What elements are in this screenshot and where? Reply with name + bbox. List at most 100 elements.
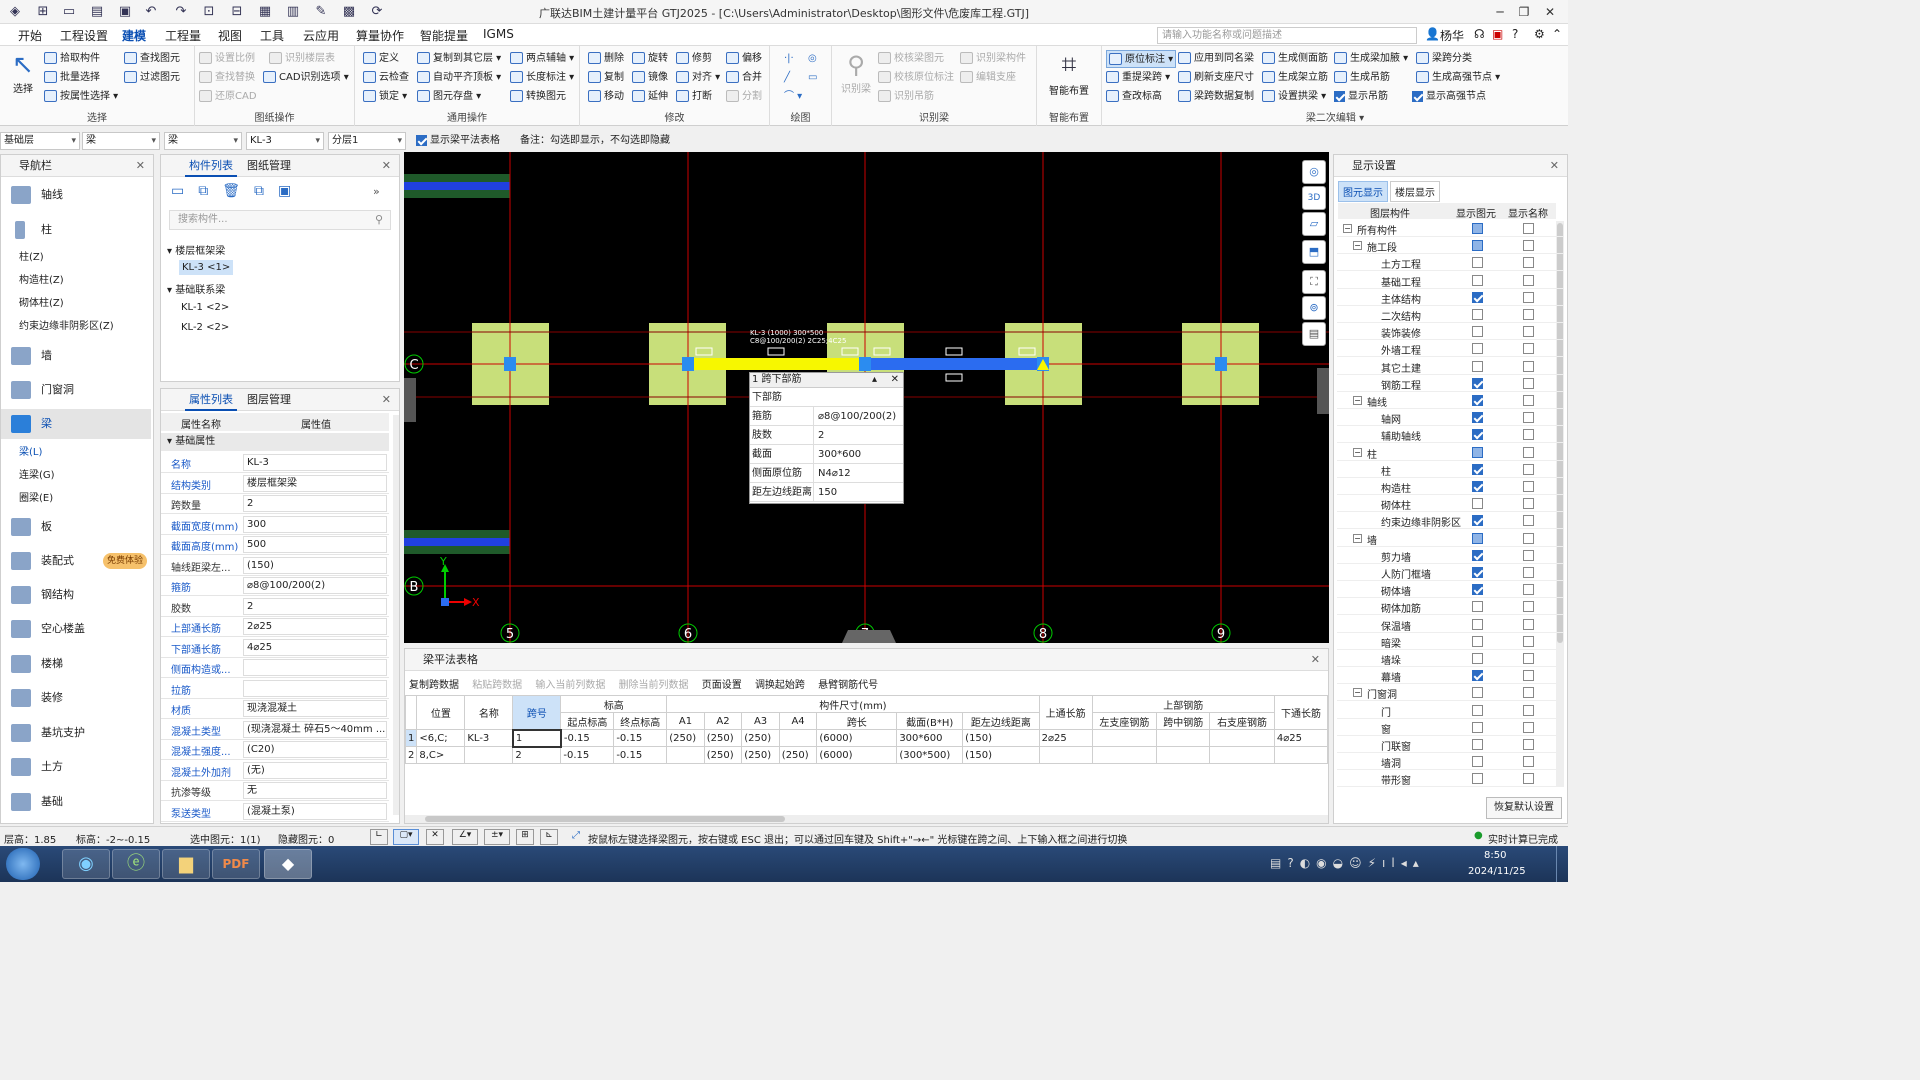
cell-dt[interactable] (1273, 746, 1328, 764)
show-element-checkbox[interactable] (1472, 756, 1483, 768)
property-value[interactable]: 500 (243, 536, 387, 553)
cell-lz[interactable] (1091, 746, 1158, 764)
cell-len[interactable]: (6000) (816, 746, 898, 764)
show-name-checkbox[interactable] (1523, 257, 1534, 269)
layer-copy-icon[interactable]: ⧉ (254, 183, 278, 199)
cell-a3[interactable]: (250) (741, 729, 780, 747)
show-name-checkbox[interactable] (1523, 515, 1534, 527)
copy-to-other-floor-button[interactable]: 复制到其它层 ▾ (417, 50, 501, 68)
element-save-button[interactable]: 图元存盘 ▾ (417, 88, 481, 106)
taskbar-app-explorer[interactable]: ▆ (162, 849, 210, 879)
canvas-left-handle[interactable] (404, 378, 416, 422)
display-row[interactable]: − 施工段 (1337, 237, 1563, 255)
show-name-checkbox[interactable] (1523, 618, 1534, 630)
grid-snap-icon[interactable]: ⊞ (516, 829, 534, 845)
delete-member-icon[interactable]: 🗑 (222, 183, 254, 199)
view-zoom-fit-button[interactable]: ⊚ (1302, 296, 1326, 320)
nav-sub-edge-zone[interactable]: 约束边缘非阴影区(Z) (19, 317, 114, 337)
cell-dist[interactable]: (150) (962, 729, 1040, 747)
identify-beam-member-button[interactable]: 识别梁构件 (960, 50, 1026, 68)
show-name-checkbox[interactable] (1523, 446, 1534, 458)
nav-item-prefab[interactable]: 装配式 免费体验 (1, 546, 151, 576)
member-name-select[interactable]: KL-3 (246, 132, 324, 150)
popup-value[interactable]: 300*600 (818, 445, 861, 464)
show-element-checkbox[interactable] (1472, 257, 1483, 269)
cell-e[interactable]: -0.15 (613, 746, 668, 764)
property-value[interactable]: (现浇混凝土 碎石5～40mm ... (243, 720, 387, 738)
menu-cloud[interactable]: 云应用 (303, 27, 339, 44)
popup-row[interactable]: 侧面原位筋 N4⌀12 (750, 464, 903, 483)
display-row[interactable]: 土方工程 (1337, 254, 1563, 272)
tangent-icon[interactable]: ⊾ (540, 829, 558, 845)
set-scale-button[interactable]: 设置比例 (199, 50, 255, 68)
display-row[interactable]: 幕墙 (1337, 667, 1563, 685)
member-type-select[interactable]: 梁 (82, 132, 160, 150)
cell-lz[interactable] (1091, 729, 1158, 747)
line-draw-icon[interactable]: ╱ (784, 69, 790, 87)
display-row[interactable]: 墙洞 (1337, 753, 1563, 771)
display-row[interactable]: 窗 (1337, 719, 1563, 736)
cell-a2[interactable]: (250) (703, 746, 743, 764)
property-value[interactable] (243, 659, 387, 676)
copy-span-data-button[interactable]: 梁跨数据复制 (1178, 88, 1254, 106)
nav-item-axis[interactable]: 轴线 (1, 180, 151, 210)
show-name-checkbox[interactable] (1523, 481, 1534, 492)
apply-same-name-button[interactable]: 应用到同名梁 (1178, 50, 1254, 68)
property-value[interactable]: (C20) (243, 741, 387, 758)
popup-row[interactable]: 箍筋 ⌀8@100/200(2) (750, 407, 903, 426)
menu-project-settings[interactable]: 工程设置 (60, 27, 108, 44)
member-search-input[interactable]: 搜索构件... (169, 210, 391, 230)
cell-a2[interactable]: (250) (703, 729, 743, 747)
convert-element-button[interactable]: 转换图元 (510, 88, 566, 106)
split-button[interactable]: 分割 (726, 88, 762, 106)
col-span[interactable]: 跨号 (512, 695, 562, 730)
cell-tong[interactable]: 2⌀25 (1038, 729, 1093, 747)
menu-quantity[interactable]: 工程量 (165, 27, 201, 44)
copy-span-data-tool[interactable]: 复制跨数据 (409, 680, 459, 691)
cell-a1[interactable] (666, 746, 705, 764)
help-icon[interactable]: ? (1512, 27, 1518, 41)
nav-item-pit-support[interactable]: 基坑支护 (1, 718, 151, 748)
show-element-checkbox[interactable] (1472, 481, 1483, 492)
input-column-data-tool[interactable]: 输入当前列数据 (535, 680, 605, 691)
show-name-checkbox[interactable] (1523, 704, 1534, 716)
display-row[interactable]: 带形窗 (1337, 770, 1563, 788)
show-name-checkbox[interactable] (1523, 567, 1534, 578)
display-row[interactable]: 砌体加筋 (1337, 598, 1563, 616)
menu-smart-extract[interactable]: 智能提量 (420, 27, 468, 44)
show-element-checkbox[interactable] (1472, 721, 1483, 733)
beam-span-class-button[interactable]: 梁跨分类 (1416, 50, 1472, 68)
show-element-checkbox[interactable] (1472, 635, 1483, 647)
display-row[interactable]: 外墙工程 (1337, 340, 1563, 358)
show-element-checkbox[interactable] (1472, 223, 1483, 234)
property-row[interactable]: 胶数 2 (161, 597, 389, 617)
popup-value[interactable]: 2 (818, 426, 824, 445)
lock-button[interactable]: 锁定 ▾ (363, 88, 407, 106)
set-arch-beam-button[interactable]: 设置拱梁 ▾ (1262, 88, 1326, 106)
popup-value[interactable]: ⌀8@100/200(2) (818, 407, 896, 426)
display-row[interactable]: 轴网 (1337, 409, 1563, 427)
display-row[interactable]: 暗梁 (1337, 633, 1563, 650)
beam-table-scroll-thumb[interactable] (425, 816, 785, 822)
check-in-situ-mark-button[interactable]: 校核原位标注 (878, 69, 954, 87)
nav-item-wall[interactable]: 墙 (1, 341, 151, 371)
smart-layout-button[interactable]: ⌗ 智能布置 (1041, 48, 1097, 97)
length-dimension-button[interactable]: 长度标注 ▾ (510, 69, 574, 87)
display-row[interactable]: 辅助轴线 (1337, 426, 1563, 444)
show-desktop-button[interactable] (1556, 846, 1568, 882)
tree-toggle-icon[interactable]: − (1353, 688, 1362, 698)
nav-close-icon[interactable]: ✕ (136, 155, 145, 177)
member-item-kl1[interactable]: KL-1 <2> (181, 302, 229, 313)
copy-button[interactable]: 复制 (588, 69, 624, 87)
tab-drawing-management[interactable]: 图纸管理 (243, 155, 295, 177)
show-element-checkbox[interactable] (1472, 395, 1483, 406)
property-row[interactable]: 混凝土外加剂 (无) (161, 761, 389, 781)
group-foundation-beam[interactable]: ▾ 基础联系梁 (167, 281, 225, 296)
nav-sub-column[interactable]: 柱(Z) (19, 248, 44, 268)
view-top-button[interactable]: ▱ (1302, 212, 1326, 236)
check-beam-element-button[interactable]: 校核梁图元 (878, 50, 944, 68)
break-button[interactable]: 打断 (676, 88, 712, 106)
nav-item-steel[interactable]: 钢结构 (1, 580, 151, 610)
display-row[interactable]: − 墙 (1337, 530, 1563, 547)
tree-toggle-icon[interactable]: − (1353, 533, 1362, 543)
